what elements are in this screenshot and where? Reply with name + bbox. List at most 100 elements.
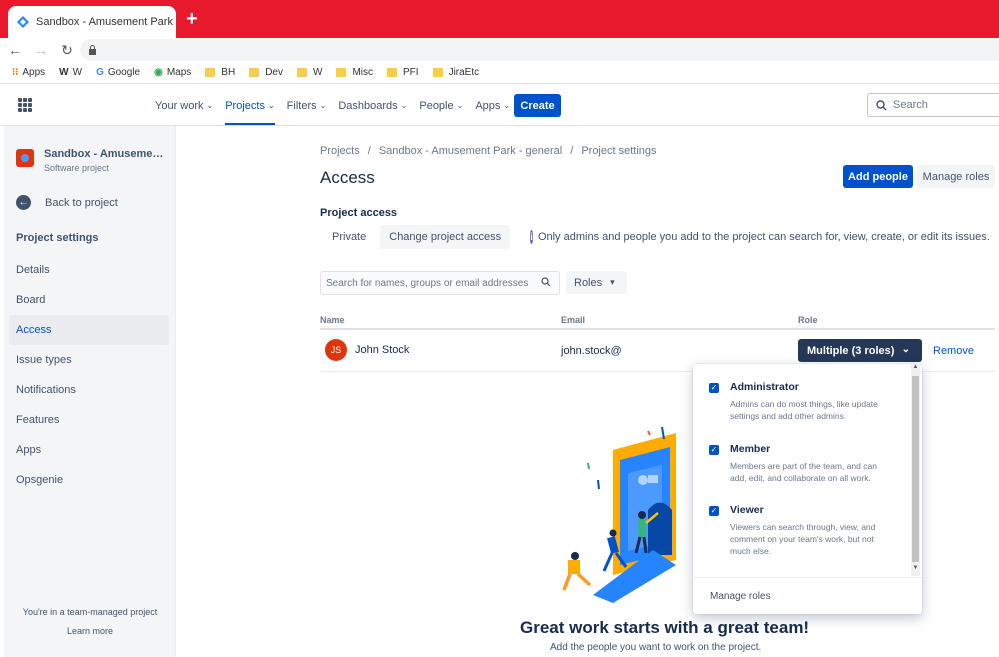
search-icon [541,277,551,287]
roles-filter-button[interactable]: Roles ▾ [566,271,627,294]
scroll-up-icon[interactable]: ▲ [912,364,919,370]
global-search-input[interactable]: Search [867,93,999,117]
bookmark-item[interactable]: G Google [96,67,140,78]
nav-people[interactable]: People ⌄ [419,85,463,126]
role-option-member[interactable]: ✓ Member Members are part of the team, and… [709,443,889,498]
roles-filter-label: Roles [574,276,603,289]
global-search-placeholder: Search [893,99,928,111]
nav-your-work[interactable]: Your work ⌄ [155,85,213,126]
people-search-input[interactable]: Search for names, groups or email addres… [320,271,560,295]
role-option-description: Viewers can search through, view, and co… [730,522,876,556]
chevron-down-icon: ▾ [610,277,615,287]
bookmark-item[interactable]: BH [205,67,235,78]
nav-dashboards[interactable]: Dashboards ⌄ [338,85,407,126]
scrollbar-thumb[interactable] [912,376,919,562]
bookmark-item[interactable]: WW [59,67,82,78]
sidebar-item-apps[interactable]: Apps [9,435,169,465]
nav-projects[interactable]: Projects ⌄ [225,85,276,126]
back-arrow-icon: ← [16,195,31,210]
back-to-project-link[interactable]: ← Back to project [16,195,118,210]
top-menu: Your work ⌄ Projects ⌄ Filters ⌄ Dashboards ⌄ Pe… [155,85,522,126]
project-access-row: Private Change project access i Only adm… [320,225,990,249]
bookmark-item[interactable]: PFI [387,67,419,78]
change-project-access-button[interactable]: Change project access [380,225,511,249]
access-level: Private [332,231,367,243]
folder-icon [296,68,307,77]
chevron-down-icon: ⌄ [503,101,511,110]
checkbox-checked-icon[interactable]: ✓ [709,445,719,455]
chevron-down-icon: ⌄ [901,344,910,355]
info-icon: i [530,230,533,244]
bookmark-label: Misc [352,67,373,78]
breadcrumb-item[interactable]: Project settings [581,145,656,157]
empty-state-subtitle: Add the people you want to work on the p… [550,642,762,653]
bookmark-label: Maps [166,67,192,78]
breadcrumb-separator: / [570,145,574,157]
add-people-button[interactable]: Add people [843,165,913,188]
wikipedia-icon: W [59,67,69,78]
new-tab-button[interactable]: + [186,9,198,29]
project-header[interactable]: Sandbox - Amusement ... Software project [16,148,164,173]
bookmark-label: Google [107,67,141,78]
bookmark-item[interactable]: JiraEtc [432,67,479,78]
manage-roles-button[interactable]: Manage roles [917,165,995,188]
role-option-viewer[interactable]: ✓ Viewer Viewers can search through, view,… [709,504,889,559]
sidebar-section-title: Project settings [16,232,99,244]
nav-label: Projects [225,99,265,112]
bookmark-label: PFI [403,67,419,78]
dropdown-scrollbar[interactable]: ▲ ▼ [911,364,920,576]
bookmark-item[interactable]: W [296,67,323,78]
sidebar-item-notifications[interactable]: Notifications [9,375,169,405]
avatar: JS [325,339,347,361]
maps-icon: ◉ [154,67,163,78]
checkbox-checked-icon[interactable]: ✓ [709,506,719,516]
role-option-description: Admins can do most things, like update s… [730,399,878,421]
dropdown-manage-roles-link[interactable]: Manage roles [710,591,771,602]
breadcrumb-item[interactable]: Sandbox - Amusement Park - general [379,145,562,157]
app-switcher-icon[interactable] [18,98,32,112]
breadcrumb-item[interactable]: Projects [320,145,360,157]
address-bar-row: ← → ↻ [0,38,999,62]
bookmark-item[interactable]: ◉ Maps [154,67,191,78]
browser-tab-title: Sandbox - Amusement Park - ge [36,16,176,28]
google-icon: G [96,67,104,78]
bookmark-label: Dev [265,67,283,78]
remove-user-link[interactable]: Remove [933,345,974,357]
bookmark-label: W [312,67,323,78]
dropdown-divider [693,577,922,578]
learn-more-link[interactable]: Learn more [4,626,176,636]
table-header-divider [320,328,995,330]
sidebar-item-board[interactable]: Board [9,285,169,315]
back-arrow-icon[interactable]: ← [4,42,26,58]
bookmarks-bar: ⁝⁝ Apps W W G Google ◉ Maps BH Dev W Misc PFI JiraEtc [0,62,999,84]
scroll-down-icon[interactable]: ▼ [912,565,919,571]
sidebar-item-issue-types[interactable]: Issue types [9,345,169,375]
chevron-down-icon: ⌄ [456,101,464,110]
forward-arrow-icon[interactable]: → [30,42,52,58]
nav-label: Filters [286,99,317,112]
url-bar[interactable] [80,39,999,61]
browser-tab[interactable]: Sandbox - Amusement Park - ge [8,6,176,38]
sidebar-item-features[interactable]: Features [9,405,169,435]
user-name-cell: JS John Stock [325,339,409,361]
reload-icon[interactable]: ↻ [56,42,78,59]
sidebar-item-details[interactable]: Details [9,255,169,285]
sidebar-item-opsgenie[interactable]: Opsgenie [9,465,169,495]
create-button[interactable]: Create [514,94,561,117]
sidebar-item-access[interactable]: Access [9,315,169,345]
bookmark-item[interactable]: ⁝⁝ Apps [12,67,45,78]
nav-filters[interactable]: Filters ⌄ [287,85,327,126]
column-header-email: Email [561,315,586,325]
nav-label: Apps [475,99,501,112]
role-select-button[interactable]: Multiple (3 roles) ⌄ [798,339,922,362]
checkbox-checked-icon[interactable]: ✓ [709,383,719,393]
project-access-heading: Project access [320,207,398,219]
nav-apps[interactable]: Apps ⌄ [475,85,510,126]
project-name: Sandbox - Amusement ... [44,148,164,160]
bookmark-label: BH [221,67,236,78]
nav-label: Your work [155,99,204,112]
back-to-project-label: Back to project [45,196,118,209]
bookmark-item[interactable]: Misc [336,67,373,78]
bookmark-item[interactable]: Dev [249,67,283,78]
role-option-administrator[interactable]: ✓ Administrator Admins can do most things,… [709,381,889,436]
